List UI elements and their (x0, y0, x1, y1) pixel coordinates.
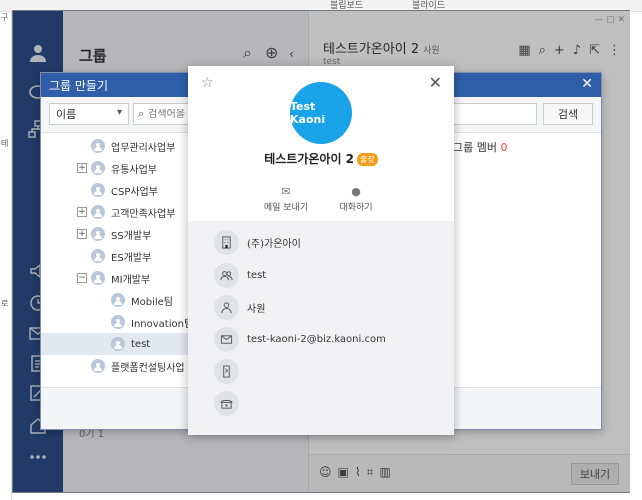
start-chat-label: 대화하기 (339, 203, 373, 213)
status-badge: 출장 (357, 153, 378, 166)
department-icon (91, 249, 105, 263)
department-icon (111, 337, 125, 351)
telephone-icon (214, 390, 239, 416)
send-mail-button[interactable]: ✉ 메일 보내기 (251, 185, 321, 213)
phone-row (214, 390, 247, 416)
company-row: (주)가온아이 (214, 229, 301, 255)
company-name: (주)가온아이 (247, 238, 301, 250)
tree-node[interactable]: 업무관리사업부 (91, 135, 175, 157)
tree-node-selected[interactable]: test (41, 333, 191, 355)
department-icon (91, 205, 105, 219)
background-text: 로 (1, 299, 9, 308)
close-icon[interactable]: ✕ (429, 73, 442, 92)
department-icon (91, 161, 105, 175)
send-mail-label: 메일 보내기 (263, 203, 309, 213)
chevron-down-icon: ▾ (116, 107, 122, 118)
mail-icon (214, 326, 239, 352)
person-icon (214, 294, 239, 320)
tree-node[interactable]: + 고객만족사업부 (77, 201, 175, 223)
search-button[interactable]: 검색 (543, 103, 593, 125)
group-member-count: 0 (500, 141, 508, 154)
tree-node[interactable]: + 유통사업부 (77, 157, 157, 179)
mobile-phone-icon (214, 358, 239, 384)
group-member-text: 그룹 멤버 (453, 141, 497, 154)
email-address[interactable]: test-kaoni-2@biz.kaoni.com (247, 334, 386, 345)
chat-bubble-icon: ● (351, 185, 361, 198)
org-tree: 업무관리사업부 + 유통사업부 CSP사업부 + 고객만족사업부 + SS개발부… (41, 133, 191, 385)
tree-node[interactable]: − MI개발부 (77, 267, 150, 289)
department-icon (91, 139, 105, 153)
background-left-edge: 구 테 로 (0, 12, 12, 500)
expand-toggle[interactable]: + (77, 207, 87, 217)
sort-select-value: 이름 (56, 108, 77, 121)
avatar: Test Kaoni (290, 82, 352, 144)
tree-node-label: ES개발부 (111, 252, 152, 264)
background-text: 테 (1, 139, 9, 148)
group-icon (214, 262, 239, 288)
department-icon (111, 293, 125, 307)
search-icon: ⌕ (138, 107, 145, 120)
tree-node-label: 유통사업부 (111, 164, 157, 176)
tree-node-label: 업무관리사업부 (111, 142, 176, 154)
tree-node[interactable]: Innovation팀 (111, 311, 191, 333)
expand-toggle[interactable]: + (77, 229, 87, 239)
tree-node-label: Mobile팀 (131, 296, 174, 308)
tree-node[interactable]: 플랫폼컨설팅사업 (91, 355, 185, 377)
tree-node-label: 플랫폼컨설팅사업 (111, 362, 185, 374)
expand-toggle[interactable]: + (77, 163, 87, 173)
tree-node[interactable]: ES개발부 (91, 245, 151, 267)
position-name: 사원 (247, 303, 266, 315)
profile-header: ☆ ✕ Test Kaoni 테스트가온아이 2 출장 ✉ 메일 보내기 ● 대화… (188, 66, 454, 221)
building-icon (214, 229, 239, 255)
tree-node-label: test (131, 338, 151, 350)
department-icon (91, 227, 105, 241)
sort-select[interactable]: 이름 ▾ (49, 103, 129, 125)
dialog-title: 그룹 만들기 (49, 78, 109, 93)
department-row: test (214, 262, 266, 288)
close-icon[interactable]: ✕ (581, 76, 593, 92)
department-icon (91, 271, 105, 285)
profile-name: 테스트가온아이 2 (264, 152, 355, 166)
tree-node-label: Innovation팀 (131, 318, 191, 330)
tree-node[interactable]: + SS개발부 (77, 223, 151, 245)
member-search-input[interactable] (453, 103, 537, 125)
start-chat-button[interactable]: ● 대화하기 (321, 185, 391, 213)
star-icon[interactable]: ☆ (201, 75, 214, 91)
department-icon (91, 183, 105, 197)
tree-node-label: SS개발부 (111, 230, 152, 242)
mail-icon: ✉ (281, 185, 291, 198)
department-icon (111, 315, 125, 329)
position-row: 사원 (214, 294, 265, 320)
tree-node-label: 고객만족사업부 (111, 208, 176, 220)
tree-node[interactable]: CSP사업부 (91, 179, 158, 201)
profile-info: (주)가온아이 test 사원 test-kaoni-2@biz.kaoni.c… (188, 221, 454, 435)
mobile-row (214, 358, 247, 384)
profile-name-line: 테스트가온아이 2 출장 (188, 150, 454, 167)
background-text: 구 (1, 13, 9, 22)
profile-card: ☆ ✕ Test Kaoni 테스트가온아이 2 출장 ✉ 메일 보내기 ● 대화… (188, 66, 454, 435)
department-name: test (247, 269, 267, 281)
email-row[interactable]: test-kaoni-2@biz.kaoni.com (214, 326, 386, 352)
group-member-label: 그룹 멤버 0 (453, 139, 507, 155)
collapse-toggle[interactable]: − (77, 273, 87, 283)
tree-node-label: CSP사업부 (111, 186, 158, 198)
tree-node[interactable]: Mobile팀 (111, 289, 173, 311)
department-icon (91, 359, 105, 373)
tree-node-label: MI개발부 (111, 274, 151, 286)
